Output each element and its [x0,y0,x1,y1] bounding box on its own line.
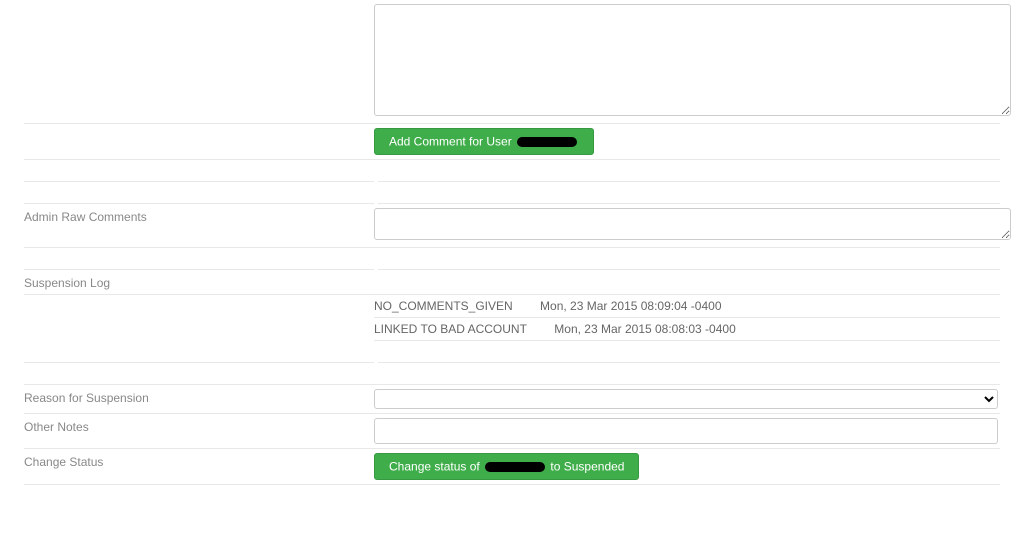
admin-raw-comments-textarea[interactable] [374,208,1011,240]
other-notes-input[interactable] [374,418,998,444]
change-status-button[interactable]: Change status of to Suspended [374,453,639,480]
add-comment-button-prefix: Add Comment for User [389,134,515,148]
change-status-button-suffix: to Suspended [547,460,624,474]
log-time: Mon, 23 Mar 2015 08:09:04 -0400 [540,299,721,313]
add-comment-button[interactable]: Add Comment for User [374,128,594,155]
change-status-button-prefix: Change status of [389,460,483,474]
change-status-label: Change Status [24,453,374,469]
reason-for-suspension-label: Reason for Suspension [24,389,374,405]
suspension-log-entry: LINKED TO BAD ACCOUNT Mon, 23 Mar 2015 0… [374,318,1000,341]
comment-label [24,4,374,6]
log-reason: NO_COMMENTS_GIVEN [374,299,513,313]
comment-textarea[interactable] [374,4,1011,116]
suspension-log-entry: NO_COMMENTS_GIVEN Mon, 23 Mar 2015 08:09… [374,295,1000,318]
redacted-username [517,137,577,147]
suspension-log-label: Suspension Log [24,274,374,290]
log-reason: LINKED TO BAD ACCOUNT [374,322,527,336]
redacted-username [485,462,545,472]
reason-for-suspension-select[interactable] [374,389,998,409]
log-time: Mon, 23 Mar 2015 08:08:03 -0400 [554,322,735,336]
admin-raw-comments-label: Admin Raw Comments [24,208,374,224]
other-notes-label: Other Notes [24,418,374,434]
